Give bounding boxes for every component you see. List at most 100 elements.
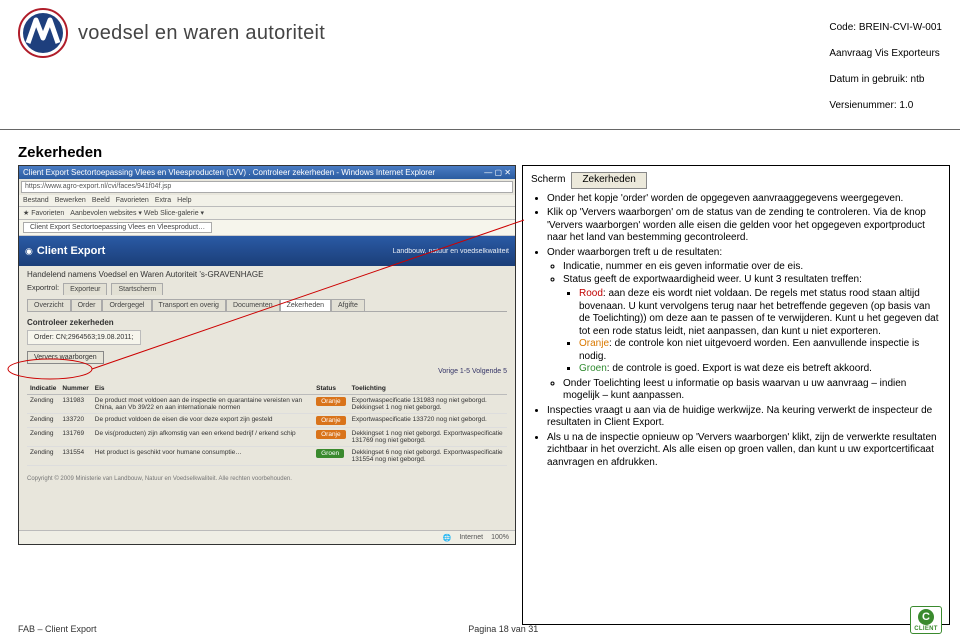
waarborgen-table: Indicatie Nummer Eis Status Toelichting … bbox=[27, 383, 507, 466]
favbar-links[interactable]: Aanbevolen websites ▾ Web Slice-galerie … bbox=[70, 209, 204, 217]
ie-status-bar: 🌐 Internet 100% bbox=[19, 530, 515, 544]
ie-titlebar: Client Export Sectortoepassing Vlees en … bbox=[19, 166, 515, 179]
menu-bewerken[interactable]: Bewerken bbox=[55, 197, 86, 204]
status-red-item: Rood: aan deze eis wordt niet voldaan. D… bbox=[579, 288, 941, 338]
role-label: Exportrol: bbox=[27, 283, 59, 295]
cell-num: 131769 bbox=[59, 428, 91, 447]
brand-name: voedsel en waren autoriteit bbox=[78, 22, 325, 45]
b3-text: Onder waarborgen treft u de resultaten: bbox=[547, 247, 722, 258]
tab-zekerheden[interactable]: Zekerheden bbox=[280, 299, 331, 311]
th-toelichting: Toelichting bbox=[349, 383, 507, 395]
ie-favorites-bar: ★ Favorieten Aanbevolen websites ▾ Web S… bbox=[19, 207, 515, 220]
document-meta: Code: BREIN-CVI-W-001 Aanvraag Vis Expor… bbox=[829, 8, 942, 125]
globe-icon: 🌐 bbox=[443, 534, 452, 542]
status-zoom: 100% bbox=[491, 534, 509, 541]
ververs-waarborgen-button[interactable]: Ververs waarborgen bbox=[27, 351, 104, 364]
status-internet: Internet bbox=[459, 534, 483, 541]
tab-transport[interactable]: Transport en overig bbox=[152, 299, 226, 311]
acting-as-label: Handelend namens Voedsel en Waren Autori… bbox=[27, 270, 507, 279]
th-indicatie: Indicatie bbox=[27, 383, 59, 395]
tab-ordergegel[interactable]: Ordergegel bbox=[102, 299, 151, 311]
table-row: Zending 131554 Het product is geschikt v… bbox=[27, 447, 507, 466]
whirl-icon: ◉ bbox=[25, 246, 33, 257]
sub-b3b: Status geeft de exportwaardigheid weer. … bbox=[563, 274, 941, 376]
app-subtitle-right: Landbouw, natuur en voedselkwaliteit bbox=[393, 248, 509, 255]
ie-tab-row: Client Export Sectortoepassing Vlees en … bbox=[19, 220, 515, 236]
red-label: Rood bbox=[579, 288, 603, 299]
status-green-item: Groen: de controle is goed. Export is wa… bbox=[579, 363, 941, 376]
meta-date: Datum in gebruik: ntb bbox=[829, 73, 942, 86]
cell-toe: Exportwaspecificatie 133720 nog niet geb… bbox=[349, 414, 507, 428]
cell-eis: De vis(producten) zijn afkomstig van een… bbox=[92, 428, 313, 447]
menu-beeld[interactable]: Beeld bbox=[92, 197, 110, 204]
client-c-icon: C bbox=[918, 609, 934, 625]
cell-toe: Dekkingset 1 nog niet geborgd. Exportwas… bbox=[349, 428, 507, 447]
cell-eis: De product voldoen de eisen die voor dez… bbox=[92, 414, 313, 428]
order-summary: Order: CN;2964563;19.08.2011; bbox=[27, 330, 141, 345]
scherm-row: Scherm Zekerheden bbox=[531, 172, 941, 189]
browser-tab[interactable]: Client Export Sectortoepassing Vlees en … bbox=[23, 222, 212, 233]
cell-status: Oranje bbox=[313, 414, 349, 428]
ie-menubar: Bestand Bewerken Beeld Favorieten Extra … bbox=[19, 195, 515, 207]
cell-eis: De product moet voldoen aan de inspectie… bbox=[92, 395, 313, 414]
cell-status: Oranje bbox=[313, 395, 349, 414]
tab-order[interactable]: Order bbox=[71, 299, 103, 311]
cell-eis: Het product is geschikt voor humane cons… bbox=[92, 447, 313, 466]
menu-help[interactable]: Help bbox=[177, 197, 191, 204]
status-badge: Oranje bbox=[316, 397, 346, 406]
page-header: voedsel en waren autoriteit Code: BREIN-… bbox=[0, 0, 960, 130]
menu-extra[interactable]: Extra bbox=[155, 197, 171, 204]
meta-title: Aanvraag Vis Exporteurs bbox=[829, 47, 942, 60]
table-row: Zending 133720 De product voldoen de eis… bbox=[27, 414, 507, 428]
th-nummer: Nummer bbox=[59, 383, 91, 395]
role-tab-startscherm[interactable]: Startscherm bbox=[111, 283, 163, 295]
footer-left: FAB – Client Export bbox=[18, 624, 97, 634]
tab-afgifte[interactable]: Afgifte bbox=[331, 299, 365, 311]
instruction-panel: Scherm Zekerheden Onder het kopje 'order… bbox=[522, 165, 950, 625]
cell-num: 131983 bbox=[59, 395, 91, 414]
client-badge-label: CLIENT bbox=[914, 626, 937, 632]
cell-status: Groen bbox=[313, 447, 349, 466]
tab-overzicht[interactable]: Overzicht bbox=[27, 299, 71, 311]
app-body: Handelend namens Voedsel en Waren Autori… bbox=[19, 266, 515, 486]
tab-documenten[interactable]: Documenten bbox=[226, 299, 280, 311]
embedded-screenshot: Client Export Sectortoepassing Vlees en … bbox=[18, 165, 516, 545]
ie-window-title: Client Export Sectortoepassing Vlees en … bbox=[23, 168, 435, 177]
menu-favorieten[interactable]: Favorieten bbox=[116, 197, 149, 204]
meta-code: Code: BREIN-CVI-W-001 bbox=[829, 21, 942, 34]
cell-num: 131554 bbox=[59, 447, 91, 466]
bullet-b3: Onder waarborgen treft u de resultaten: … bbox=[547, 247, 941, 403]
cell-ind: Zending bbox=[27, 395, 59, 414]
client-badge-icon: C CLIENT bbox=[910, 606, 942, 634]
orange-label: Oranje bbox=[579, 338, 609, 349]
menu-bestand[interactable]: Bestand bbox=[23, 197, 49, 204]
main-content-row: Client Export Sectortoepassing Vlees en … bbox=[0, 165, 960, 625]
page-footer: FAB – Client Export Pagina 18 van 31 C C… bbox=[0, 606, 960, 634]
cell-toe: Exportwaspecificatie 131983 nog niet geb… bbox=[349, 395, 507, 414]
b3b-text: Status geeft de exportwaardigheid weer. … bbox=[563, 274, 862, 285]
section-title: Zekerheden bbox=[18, 144, 960, 161]
status-badge: Oranje bbox=[316, 430, 346, 439]
star-icon[interactable]: ★ Favorieten bbox=[23, 209, 64, 217]
cell-ind: Zending bbox=[27, 414, 59, 428]
bullet-b2: Klik op 'Ververs waarborgen' om de statu… bbox=[547, 207, 941, 245]
status-badge: Oranje bbox=[316, 416, 346, 425]
bullet-b5: Als u na de inspectie opnieuw op 'Verver… bbox=[547, 432, 941, 470]
zekerheden-button[interactable]: Zekerheden bbox=[571, 172, 646, 189]
ie-address-bar[interactable]: https://www.agro-export.nl/cvi/faces/941… bbox=[21, 181, 513, 193]
role-tab-exporteur[interactable]: Exporteur bbox=[63, 283, 107, 295]
sub-b3c: Onder Toelichting leest u informatie op … bbox=[563, 378, 941, 403]
app-title: Client Export bbox=[37, 245, 105, 257]
orange-text: : de controle kon niet uitgevoerd worden… bbox=[579, 338, 919, 362]
table-row: Zending 131983 De product moet voldoen a… bbox=[27, 395, 507, 414]
app-banner: ◉ Client Export Landbouw, natuur en voed… bbox=[19, 236, 515, 266]
green-text: : de controle is goed. Export is wat dez… bbox=[607, 363, 872, 374]
panel-heading: Controleer zekerheden bbox=[27, 318, 507, 327]
red-text: : aan deze eis wordt niet voldaan. De re… bbox=[579, 288, 939, 337]
cell-num: 133720 bbox=[59, 414, 91, 428]
pager[interactable]: Vorige 1-5 Volgende 5 bbox=[27, 368, 507, 375]
window-controls-icon[interactable]: — ▢ ✕ bbox=[484, 168, 511, 177]
brand-logo-area: voedsel en waren autoriteit bbox=[18, 8, 325, 58]
th-eis: Eis bbox=[92, 383, 313, 395]
main-tabs: Overzicht Order Ordergegel Transport en … bbox=[27, 299, 507, 312]
